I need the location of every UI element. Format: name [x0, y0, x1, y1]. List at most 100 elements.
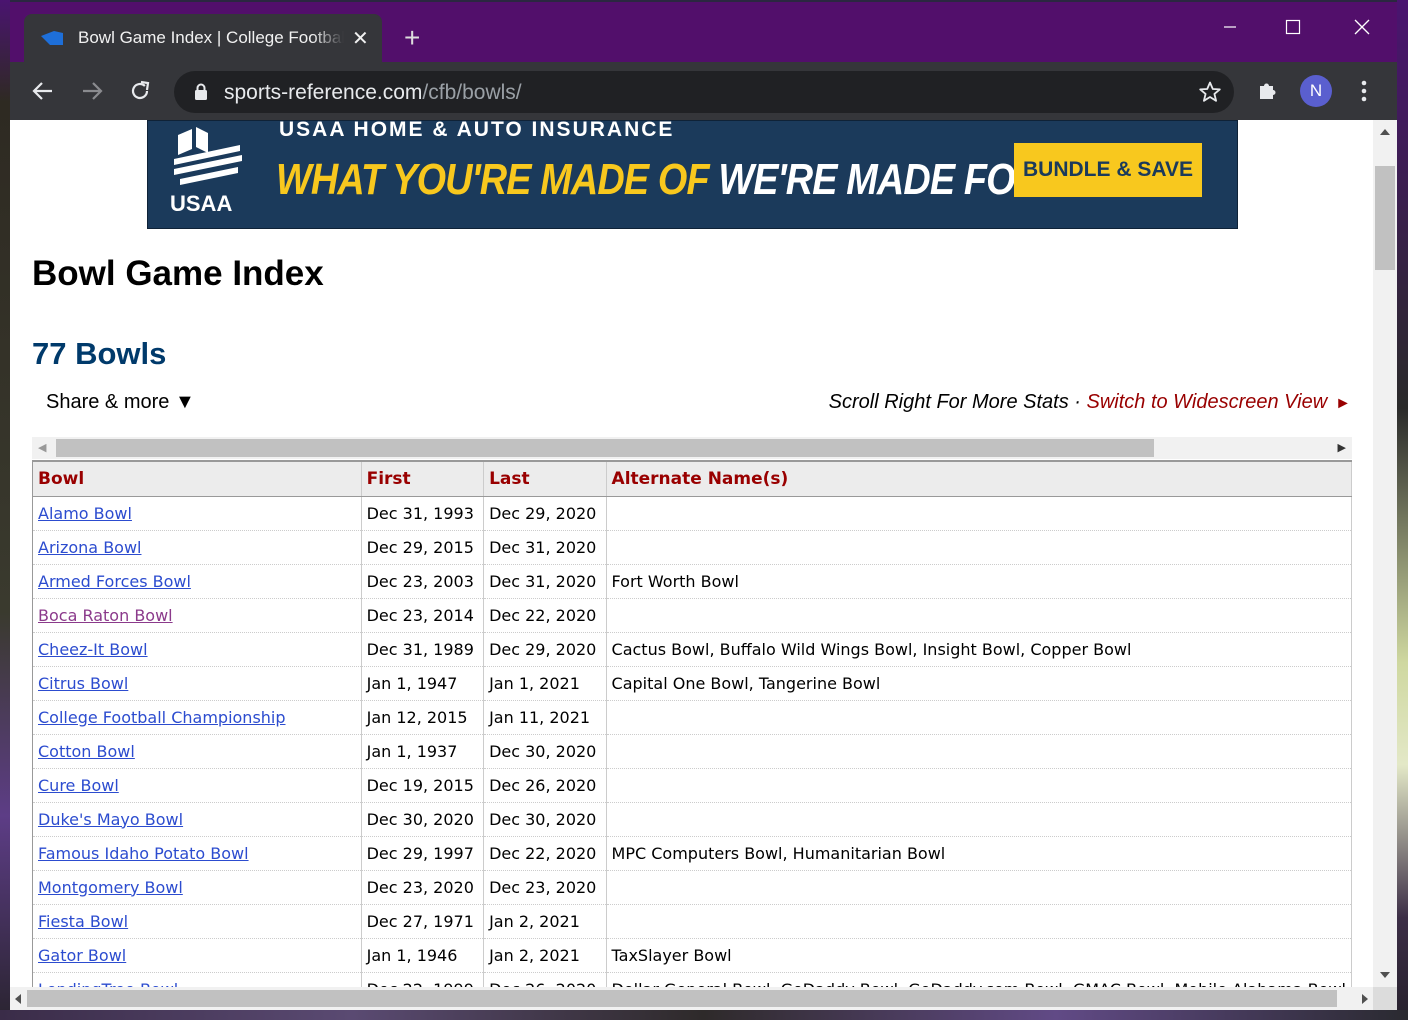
- scroll-hint: Scroll Right For More Stats · Switch to …: [829, 391, 1351, 414]
- bowl-cell: Cotton Bowl: [33, 734, 362, 769]
- kebab-menu-icon: [1361, 80, 1367, 102]
- column-header-alternate-names[interactable]: Alternate Name(s): [606, 460, 1352, 497]
- minimize-button[interactable]: [1210, 12, 1250, 42]
- bowl-cell: Fiesta Bowl: [33, 904, 362, 939]
- scrollbar-corner: [1373, 987, 1397, 1010]
- first-date-cell: Dec 31, 1993: [361, 496, 485, 531]
- table-row: Cure Bowl Dec 19, 2015 Dec 26, 2020: [33, 768, 1352, 803]
- profile-avatar[interactable]: N: [1300, 75, 1332, 107]
- bowl-link[interactable]: Alamo Bowl: [38, 504, 132, 523]
- page-scroll-left-arrow-icon[interactable]: [14, 993, 22, 1005]
- bowl-link[interactable]: Arizona Bowl: [38, 538, 141, 557]
- bowl-link[interactable]: Armed Forces Bowl: [38, 572, 191, 591]
- web-page-content: USAA USAA HOME & AUTO INSURANCE WHAT YOU…: [10, 120, 1373, 1010]
- new-tab-button[interactable]: +: [404, 24, 420, 52]
- close-tab-icon[interactable]: ✕: [352, 26, 369, 51]
- minimize-icon: [1224, 26, 1236, 28]
- bowl-cell: Arizona Bowl: [33, 530, 362, 565]
- scroll-right-hint-text: Scroll Right For More Stats: [828, 391, 1069, 413]
- extensions-button[interactable]: [1253, 76, 1283, 106]
- browser-menu-button[interactable]: [1349, 76, 1379, 106]
- maximize-button[interactable]: [1273, 12, 1313, 42]
- bowl-link[interactable]: Cheez-It Bowl: [38, 640, 148, 659]
- bowl-link[interactable]: Famous Idaho Potato Bowl: [38, 844, 249, 863]
- bowl-cell: Famous Idaho Potato Bowl: [33, 836, 362, 871]
- first-date-cell: Dec 31, 1989: [361, 632, 485, 667]
- first-date-cell: Dec 23, 2014: [361, 598, 485, 633]
- page-horizontal-scrollbar-thumb[interactable]: [27, 990, 1337, 1007]
- table-horizontal-scrollbar[interactable]: ◀ ▶: [32, 437, 1352, 459]
- first-date-cell: Jan 1, 1947: [361, 666, 485, 701]
- page-scroll-right-arrow-icon[interactable]: [1361, 993, 1369, 1005]
- browser-window: Bowl Game Index | College Football at Sp…: [10, 2, 1397, 1010]
- column-header-bowl[interactable]: Bowl: [33, 460, 362, 497]
- bowl-cell: Boca Raton Bowl: [33, 598, 362, 633]
- last-date-cell: Jan 2, 2021: [483, 904, 607, 939]
- url-host: sports-reference.com: [224, 81, 423, 104]
- forward-button[interactable]: [77, 76, 107, 106]
- scroll-up-arrow-icon[interactable]: [1379, 128, 1391, 136]
- bowl-link[interactable]: Gator Bowl: [38, 946, 126, 965]
- scroll-down-arrow-icon[interactable]: [1379, 971, 1391, 979]
- table-row: LendingTree BowlDec 22, 1999Dec 26, 2020…: [33, 972, 1352, 988]
- bundle-and-save-button[interactable]: BUNDLE & SAVE: [1014, 143, 1202, 197]
- column-header-last[interactable]: Last: [483, 460, 607, 497]
- bowls-table-container: Bowl First Last Alternate Name(s) Alamo …: [32, 460, 1352, 988]
- address-bar[interactable]: sports-reference.com/cfb/bowls/: [174, 71, 1234, 113]
- table-row: College Football Championship Jan 12, 201…: [33, 700, 1352, 735]
- alternate-names-cell: Fort Worth Bowl: [606, 564, 1352, 599]
- reload-button[interactable]: [125, 76, 155, 106]
- sports-reference-favicon-icon: [41, 31, 63, 45]
- table-row: Cotton Bowl Jan 1, 1937 Dec 30, 2020: [33, 734, 1352, 769]
- last-date-cell: Dec 29, 2020: [483, 632, 607, 667]
- ad-headline-part-b: WE'RE MADE FOR: [708, 155, 1042, 204]
- back-arrow-icon: [32, 82, 52, 100]
- table-scrollbar-thumb[interactable]: [56, 439, 1154, 457]
- alternate-names-cell: [606, 870, 1352, 905]
- bowl-link[interactable]: Citrus Bowl: [38, 674, 128, 693]
- browser-tab[interactable]: Bowl Game Index | College Football at Sp…: [24, 14, 382, 62]
- right-triangle-icon[interactable]: ►: [1335, 395, 1351, 412]
- bowl-cell: Alamo Bowl: [33, 496, 362, 531]
- table-row: Gator Bowl Jan 1, 1946 Jan 2, 2021 TaxSlaye…: [33, 938, 1352, 973]
- last-date-cell: Dec 31, 2020: [483, 564, 607, 599]
- bowl-link[interactable]: Fiesta Bowl: [38, 912, 128, 931]
- table-body: Alamo Bowl Dec 31, 1993 Dec 29, 2020 Arizon…: [33, 496, 1352, 988]
- scroll-left-arrow-icon[interactable]: ◀: [38, 441, 46, 454]
- bowl-link[interactable]: Cotton Bowl: [38, 742, 135, 761]
- back-button[interactable]: [28, 76, 58, 106]
- page-scrollbar-thumb[interactable]: [1375, 166, 1395, 270]
- url-text[interactable]: sports-reference.com/cfb/bowls/: [224, 81, 522, 105]
- bowl-link[interactable]: College Football Championship: [38, 708, 286, 727]
- alternate-names-cell: [606, 598, 1352, 633]
- bowl-link[interactable]: Duke's Mayo Bowl: [38, 810, 183, 829]
- close-window-button[interactable]: [1342, 12, 1382, 42]
- alternate-names-cell: [606, 802, 1352, 837]
- bowl-cell: LendingTree Bowl: [33, 972, 362, 988]
- switch-to-widescreen-link[interactable]: Switch to Widescreen View: [1086, 391, 1327, 413]
- bowl-link[interactable]: Cure Bowl: [38, 776, 119, 795]
- table-row: Cheez-It Bowl Dec 31, 1989 Dec 29, 2020 Cac…: [33, 632, 1352, 667]
- bowl-link[interactable]: Montgomery Bowl: [38, 878, 183, 897]
- bowl-cell: Cheez-It Bowl: [33, 632, 362, 667]
- usaa-advertisement-banner[interactable]: USAA USAA HOME & AUTO INSURANCE WHAT YOU…: [147, 120, 1238, 229]
- alternate-names-cell: [606, 496, 1352, 531]
- share-and-more-menu[interactable]: Share & more ▼: [46, 391, 195, 414]
- page-horizontal-scrollbar[interactable]: [10, 987, 1373, 1010]
- scroll-right-arrow-icon[interactable]: ▶: [1338, 441, 1346, 454]
- column-header-first[interactable]: First: [361, 460, 485, 497]
- desktop-background-bottom: [0, 1010, 1408, 1020]
- lock-icon[interactable]: [194, 83, 208, 101]
- table-row: Arizona Bowl Dec 29, 2015 Dec 31, 2020: [33, 530, 1352, 565]
- bowl-link[interactable]: Boca Raton Bowl: [38, 606, 173, 625]
- page-vertical-scrollbar[interactable]: [1373, 120, 1397, 987]
- bookmark-star-icon[interactable]: [1198, 80, 1222, 104]
- table-caption: 77 Bowls: [32, 336, 167, 371]
- first-date-cell: Jan 1, 1946: [361, 938, 485, 973]
- first-date-cell: Jan 1, 1937: [361, 734, 485, 769]
- table-row: Famous Idaho Potato Bowl Dec 29, 1997 Dec …: [33, 836, 1352, 871]
- last-date-cell: Dec 31, 2020: [483, 530, 607, 565]
- last-date-cell: Jan 1, 2021: [483, 666, 607, 701]
- last-date-cell: Dec 26, 2020: [483, 768, 607, 803]
- browser-toolbar: sports-reference.com/cfb/bowls/ N: [10, 62, 1397, 120]
